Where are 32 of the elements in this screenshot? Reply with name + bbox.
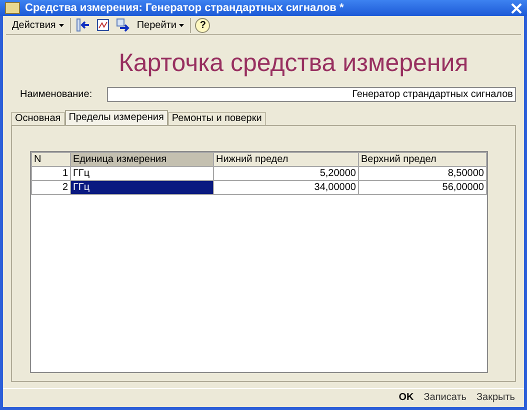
footer-button[interactable]: Записать xyxy=(420,391,470,404)
tab[interactable]: Ремонты и поверки xyxy=(168,112,266,125)
arrow-icon[interactable] xyxy=(74,17,91,34)
tab[interactable]: Основная xyxy=(11,112,65,125)
table-cell: 8,50000 xyxy=(358,166,486,180)
caret-icon xyxy=(179,24,184,27)
window-icon xyxy=(5,2,20,14)
tab[interactable]: Пределы измерения xyxy=(64,110,168,125)
row-number: 1 xyxy=(32,166,70,180)
table-cell: ГГц xyxy=(70,166,214,180)
column-header[interactable]: Нижний предел xyxy=(214,152,358,166)
column-header[interactable]: Верхний предел xyxy=(358,152,486,166)
table-cell: ГГц xyxy=(70,180,214,194)
arrow-icon[interactable] xyxy=(114,17,131,34)
form-heading: Карточка средства измерения xyxy=(118,48,470,78)
column-header[interactable]: Единица измерения xyxy=(70,152,214,166)
row-number: 2 xyxy=(32,180,70,194)
window-title: Средства измерения: Генератор страндартных сигналов * xyxy=(25,2,345,14)
footer-button[interactable]: Закрыть xyxy=(473,391,518,404)
column-header[interactable]: N xyxy=(32,152,70,166)
footer-button[interactable]: OK xyxy=(396,391,417,404)
chart-icon[interactable] xyxy=(94,17,111,34)
help-button[interactable]: ? xyxy=(195,18,210,33)
table-cell: 56,00000 xyxy=(358,180,486,194)
close-icon[interactable] xyxy=(511,2,522,14)
menu-button[interactable]: Перейти xyxy=(134,18,186,32)
caret-icon xyxy=(58,24,64,27)
name-field[interactable]: Генератор страндартных сигналов xyxy=(107,86,516,102)
table-cell: 5,20000 xyxy=(214,166,358,180)
field-label: Наименование: xyxy=(20,88,94,100)
table-cell: 34,00000 xyxy=(214,180,358,194)
menu-button[interactable]: Действия xyxy=(10,18,66,32)
